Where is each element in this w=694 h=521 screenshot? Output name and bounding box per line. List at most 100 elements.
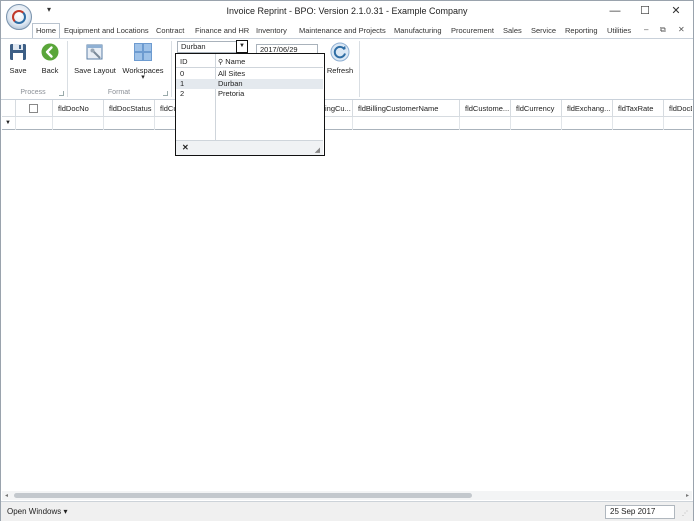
tab-maintenance-and-projects[interactable]: Maintenance and Projects <box>299 24 386 38</box>
column-header-fldbillingcustomer[interactable]: ingCu... <box>325 100 353 117</box>
maximize-button[interactable]: ☐ <box>631 3 659 19</box>
open-windows-button[interactable]: Open Windows ▾ <box>7 507 68 516</box>
app-logo-icon <box>12 10 26 24</box>
filter-cell[interactable] <box>562 117 613 130</box>
popup-row-all-sites[interactable]: 0 All Sites <box>176 69 323 79</box>
popup-header-id[interactable]: ID <box>180 57 188 66</box>
popup-row-name: Durban <box>218 79 243 88</box>
tab-manufacturing[interactable]: Manufacturing <box>394 24 442 38</box>
popup-row-name: Pretoria <box>218 89 245 98</box>
horizontal-scrollbar[interactable]: ◂ ▸ <box>2 491 692 500</box>
group-label-format: Format <box>107 89 131 96</box>
column-header-fldcustomer[interactable]: fldCu <box>155 100 177 117</box>
column-header-fldexchangerate[interactable]: fldExchang... <box>562 100 613 117</box>
format-group-launcher[interactable] <box>163 91 168 96</box>
close-button[interactable]: ✕ <box>662 3 690 19</box>
tab-procurement[interactable]: Procurement <box>451 24 494 38</box>
back-label: Back <box>41 66 59 75</box>
save-button[interactable]: Save <box>5 42 31 75</box>
app-window: ▾ Invoice Reprint - BPO: Version 2.1.0.3… <box>0 0 694 521</box>
workspaces-icon <box>134 43 152 61</box>
mdi-minimize-button[interactable]: – <box>644 25 648 34</box>
minimize-button[interactable]: — <box>601 3 629 19</box>
resize-grip-icon[interactable]: ⋰ <box>682 510 688 517</box>
save-layout-label: Save Layout <box>74 66 116 75</box>
popup-footer: ✕ ◢ <box>176 140 323 155</box>
column-header-fldtaxrate[interactable]: fldTaxRate <box>613 100 664 117</box>
open-windows-label: Open Windows <box>7 507 62 516</box>
column-header-fldbillingcustomername[interactable]: fldBillingCustomerName <box>353 100 460 117</box>
grid-header-row: fldDocNo fldDocStatus fldCu ingCu... fld… <box>2 100 692 117</box>
title-bar: ▾ Invoice Reprint - BPO: Version 2.1.0.3… <box>1 1 693 30</box>
status-bar: Open Windows ▾ 25 Sep 2017 ⋰ <box>1 501 693 521</box>
site-combo-dropdown-button[interactable]: ▼ <box>236 40 248 53</box>
refresh-icon <box>330 42 350 62</box>
site-combo-input[interactable]: Durban <box>177 41 237 53</box>
clear-selection-icon[interactable]: ✕ <box>182 143 189 152</box>
refresh-button[interactable]: Refresh <box>323 42 357 75</box>
column-header-fldcustomerref[interactable]: fldCustome... <box>460 100 511 117</box>
resize-grip-icon[interactable]: ◢ <box>315 146 320 154</box>
mdi-restore-button[interactable]: ⧉ <box>660 25 666 35</box>
filter-cell[interactable] <box>613 117 664 130</box>
popup-row-pretoria[interactable]: 2 Pretoria <box>176 89 323 99</box>
select-all-checkbox[interactable] <box>29 104 38 113</box>
save-label: Save <box>9 66 27 75</box>
filter-cell[interactable] <box>511 117 562 130</box>
grid-filter-row: ▼ <box>2 117 692 130</box>
scroll-right-icon[interactable]: ▸ <box>686 492 689 499</box>
popup-header-name-label: Name <box>225 57 246 66</box>
scrollbar-thumb[interactable] <box>14 493 472 498</box>
tab-reporting[interactable]: Reporting <box>565 24 598 38</box>
filter-cell[interactable] <box>664 117 692 130</box>
column-header-flddocno[interactable]: fldDocNo <box>53 100 104 117</box>
filter-cell[interactable] <box>53 117 104 130</box>
column-header-flddocdate[interactable]: fldDocD <box>664 100 692 117</box>
ribbon: Save Back Process Save Layout Workspaces… <box>1 38 693 100</box>
save-layout-button[interactable]: Save Layout <box>71 42 119 75</box>
filter-indicator-icon: ▼ <box>2 117 16 130</box>
group-label-process: Process <box>20 89 46 96</box>
tab-sales[interactable]: Sales <box>503 24 522 38</box>
tab-finance-and-hr[interactable]: Finance and HR <box>195 24 249 38</box>
workspaces-button[interactable]: Workspaces ▾ <box>121 42 165 81</box>
column-header-fldcurrency[interactable]: fldCurrency <box>511 100 562 117</box>
save-layout-icon <box>86 44 103 60</box>
popup-header: ID ⚲ Name <box>176 54 323 68</box>
column-header-flddocstatus[interactable]: fldDocStatus <box>104 100 155 117</box>
refresh-label: Refresh <box>326 66 354 75</box>
back-button[interactable]: Back <box>37 42 63 75</box>
popup-row-name: All Sites <box>218 69 246 78</box>
popup-header-name[interactable]: ⚲ Name <box>218 57 245 66</box>
data-grid: fldDocNo fldDocStatus fldCu ingCu... fld… <box>2 100 692 500</box>
popup-row-id: 1 <box>180 79 185 88</box>
filter-cell[interactable] <box>353 117 460 130</box>
tab-contract[interactable]: Contract <box>156 24 184 38</box>
status-date-field: 25 Sep 2017 <box>605 505 675 519</box>
group-separator <box>171 41 172 97</box>
mdi-close-button[interactable]: ✕ <box>678 25 685 34</box>
floppy-disk-icon <box>10 44 26 60</box>
chevron-down-icon: ▾ <box>63 507 68 516</box>
workspaces-dropdown-arrow: ▾ <box>141 74 145 81</box>
tab-home[interactable]: Home <box>32 23 61 39</box>
filter-cell[interactable] <box>325 117 353 130</box>
window-title: Invoice Reprint - BPO: Version 2.1.0.31 … <box>226 6 468 16</box>
scroll-left-icon[interactable]: ◂ <box>5 492 8 499</box>
site-dropdown-popup: ID ⚲ Name 0 All Sites 1 Durban 2 Pretori… <box>175 53 325 156</box>
tab-service[interactable]: Service <box>531 24 556 38</box>
process-group-launcher[interactable] <box>59 91 64 96</box>
group-separator <box>359 41 360 97</box>
app-menu-button[interactable] <box>6 4 32 30</box>
ribbon-tab-bar: Home Equipment and Locations Contract Fi… <box>1 22 693 39</box>
filter-cell[interactable] <box>16 117 53 130</box>
filter-cell[interactable] <box>104 117 155 130</box>
tab-inventory[interactable]: Inventory <box>256 24 287 38</box>
tab-equipment-and-locations[interactable]: Equipment and Locations <box>64 24 149 38</box>
popup-row-id: 2 <box>180 89 185 98</box>
tab-utilities[interactable]: Utilities <box>607 24 631 38</box>
grid-select-all-header <box>16 100 53 117</box>
filter-cell[interactable] <box>460 117 511 130</box>
popup-row-id: 0 <box>180 69 185 78</box>
popup-row-durban[interactable]: 1 Durban <box>176 79 323 89</box>
